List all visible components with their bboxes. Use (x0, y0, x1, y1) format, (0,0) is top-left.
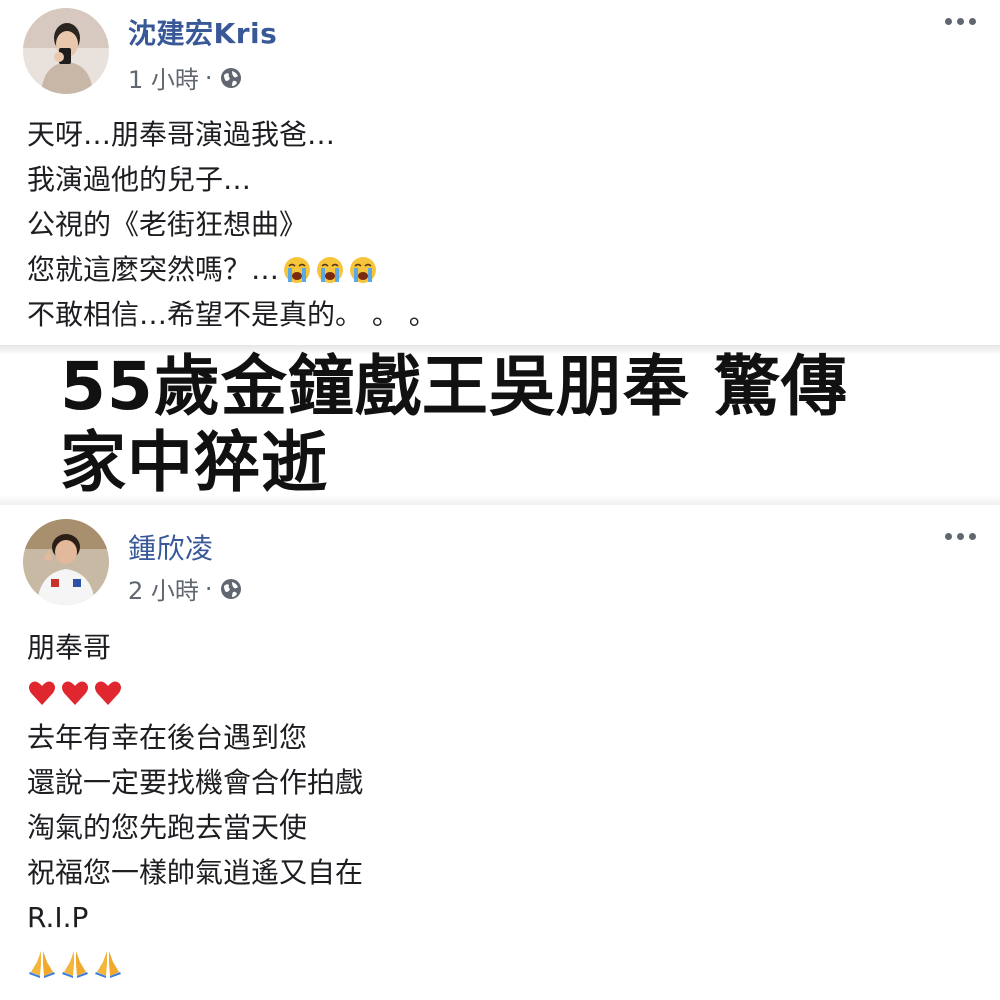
post-line: 去年有幸在後台遇到您 (27, 721, 308, 754)
crying-face-icon (350, 256, 377, 283)
post-line-with-emoji: 您就這麼突然嗎？… (27, 247, 437, 292)
post-chung: 鍾欣凌 2 小時 · 朋奉哥 去年有幸在後台遇到您 還說一定要找機會合作拍戲 淘… (0, 505, 1000, 1000)
separator-dot: · (204, 63, 213, 92)
post-kris: 沈建宏Kris 1 小時 · 天呀…朋奉哥演過我爸… 我演過他的兒子… 公視的《… (0, 0, 1000, 345)
post-line: 我演過他的兒子… (27, 163, 252, 196)
dot (945, 533, 952, 540)
prayers-line (27, 940, 363, 985)
author-name[interactable]: 沈建宏Kris (128, 12, 277, 52)
post-line: 祝福您一樣帥氣逍遙又自在 (27, 856, 364, 889)
author-name[interactable]: 鍾欣凌 (128, 527, 214, 567)
post-body: 天呀…朋奉哥演過我爸… 我演過他的兒子… 公視的《老街狂想曲》 您就這麼突然嗎？… (27, 112, 437, 337)
more-options-button[interactable] (941, 14, 980, 29)
post-body: 朋奉哥 去年有幸在後台遇到您 還說一定要找機會合作拍戲 淘氣的您先跑去當天使 祝… (27, 625, 363, 985)
dot (957, 533, 964, 540)
emoji-group (27, 678, 123, 708)
dot (969, 18, 976, 25)
crying-face-icon (317, 256, 344, 283)
red-heart-icon (29, 681, 55, 705)
avatar[interactable] (23, 8, 109, 94)
post-line: R.I.P (27, 901, 89, 934)
dot (957, 18, 964, 25)
globe-icon (220, 67, 241, 88)
post-meta: 1 小時 · (128, 60, 243, 95)
folded-hands-icon (62, 950, 88, 978)
globe-icon (220, 578, 241, 599)
dot (969, 533, 976, 540)
hearts-line (27, 670, 363, 715)
folded-hands-icon (95, 950, 121, 978)
emoji-group (27, 948, 123, 978)
dot (945, 18, 952, 25)
post-line: 朋奉哥 (27, 631, 112, 664)
post-time[interactable]: 2 小時 (128, 571, 199, 606)
post-line: 不敢相信…希望不是真的。 。 。 (27, 298, 437, 331)
post-line: 公視的《老街狂想曲》 (27, 208, 308, 241)
avatar-photo (23, 519, 109, 605)
headline-line-2: 家中猝逝 (60, 424, 328, 501)
red-heart-icon (62, 681, 88, 705)
post-line: 天呀…朋奉哥演過我爸… (27, 118, 336, 151)
post-line: 淘氣的您先跑去當天使 (27, 811, 308, 844)
post-time[interactable]: 1 小時 (128, 60, 199, 95)
headline-line-1: 55歲金鐘戲王吳朋奉 驚傳 (60, 348, 848, 425)
avatar[interactable] (23, 519, 109, 605)
red-heart-icon (95, 681, 121, 705)
more-options-button[interactable] (941, 529, 980, 544)
news-headline-banner: 55歲金鐘戲王吳朋奉 驚傳 家中猝逝 (0, 345, 1000, 505)
news-headline: 55歲金鐘戲王吳朋奉 驚傳 家中猝逝 (60, 349, 848, 501)
avatar-photo (23, 8, 109, 94)
emoji-group (282, 255, 378, 285)
post-line-text: 您就這麼突然嗎？… (27, 253, 280, 286)
post-line: 還說一定要找機會合作拍戲 (27, 766, 364, 799)
crying-face-icon (284, 256, 311, 283)
separator-dot: · (204, 574, 213, 603)
post-meta: 2 小時 · (128, 571, 243, 606)
folded-hands-icon (29, 950, 55, 978)
